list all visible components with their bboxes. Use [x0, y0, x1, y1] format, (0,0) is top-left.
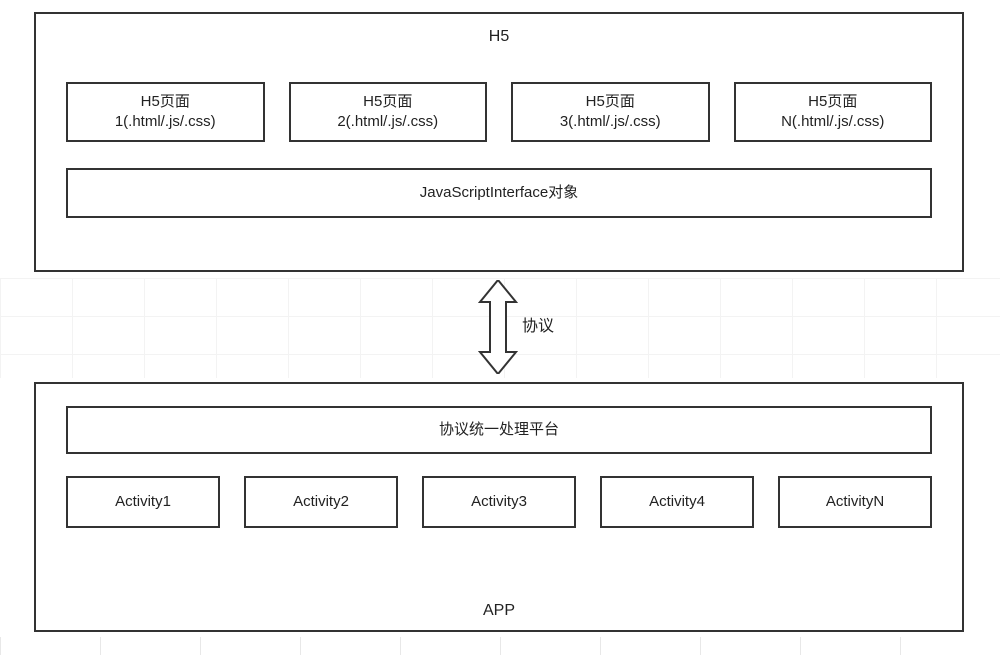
bottom-ticks	[0, 637, 1000, 655]
h5-page-name: H5页面	[586, 92, 635, 112]
protocol-label: 协议	[522, 312, 554, 336]
activity-box: Activity2	[244, 476, 398, 528]
app-title: APP	[36, 602, 962, 620]
js-interface-label: JavaScriptInterface对象	[420, 183, 578, 203]
activities-row: Activity1 Activity2 Activity3 Activity4 …	[36, 476, 962, 528]
activity-box: Activity1	[66, 476, 220, 528]
activity-box: ActivityN	[778, 476, 932, 528]
h5-page-box: H5页面 2(.html/.js/.css)	[289, 82, 488, 142]
app-container: 协议统一处理平台 Activity1 Activity2 Activity3 A…	[34, 382, 964, 632]
h5-page-box: H5页面 3(.html/.js/.css)	[511, 82, 710, 142]
activity-label: Activity4	[649, 492, 705, 512]
protocol-platform-label: 协议统一处理平台	[439, 420, 559, 440]
activity-label: Activity3	[471, 492, 527, 512]
h5-page-file: 1(.html/.js/.css)	[115, 112, 216, 132]
activity-label: ActivityN	[826, 492, 884, 512]
h5-container: H5 H5页面 1(.html/.js/.css) H5页面 2(.html/.…	[34, 12, 964, 272]
activity-box: Activity3	[422, 476, 576, 528]
protocol-platform-box: 协议统一处理平台	[66, 406, 932, 454]
h5-page-name: H5页面	[363, 92, 412, 112]
activity-box: Activity4	[600, 476, 754, 528]
activity-label: Activity2	[293, 492, 349, 512]
h5-page-box: H5页面 1(.html/.js/.css)	[66, 82, 265, 142]
bidirectional-arrow-icon	[476, 280, 520, 374]
h5-page-box: H5页面 N(.html/.js/.css)	[734, 82, 933, 142]
h5-pages-row: H5页面 1(.html/.js/.css) H5页面 2(.html/.js/…	[36, 82, 962, 142]
h5-page-file: N(.html/.js/.css)	[781, 112, 884, 132]
h5-page-name: H5页面	[808, 92, 857, 112]
h5-page-name: H5页面	[141, 92, 190, 112]
h5-title: H5	[36, 14, 962, 52]
activity-label: Activity1	[115, 492, 171, 512]
h5-page-file: 2(.html/.js/.css)	[337, 112, 438, 132]
js-interface-box: JavaScriptInterface对象	[66, 168, 932, 218]
h5-page-file: 3(.html/.js/.css)	[560, 112, 661, 132]
